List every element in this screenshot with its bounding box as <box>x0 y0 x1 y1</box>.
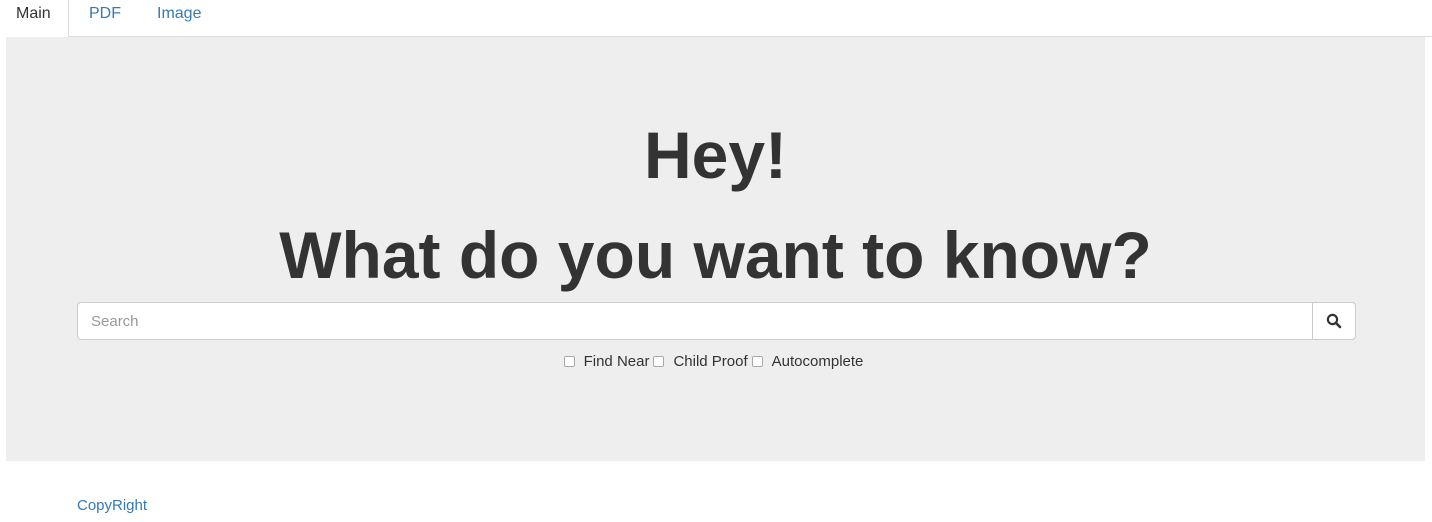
copyright-link[interactable]: CopyRight <box>77 497 147 514</box>
option-child-proof[interactable]: Child Proof <box>653 353 748 370</box>
child-proof-label: Child Proof <box>673 353 748 370</box>
search-input[interactable] <box>77 302 1312 340</box>
child-proof-checkbox[interactable] <box>653 356 665 367</box>
search-options: Find Near Child Proof Autocomplete <box>6 353 1425 370</box>
tab-main[interactable]: Main <box>0 0 69 38</box>
tab-image[interactable]: Image <box>157 0 201 37</box>
autocomplete-label: Autocomplete <box>771 353 864 370</box>
nav-tabs: Main PDF Image <box>0 0 1432 38</box>
search-button[interactable] <box>1312 302 1356 340</box>
find-near-label: Find Near <box>583 353 650 370</box>
autocomplete-checkbox[interactable] <box>751 356 763 367</box>
hero-panel: Hey! What do you want to know? Find Near… <box>6 37 1425 461</box>
option-find-near[interactable]: Find Near <box>563 353 650 370</box>
tab-pdf[interactable]: PDF <box>89 0 121 37</box>
hero-greeting: Hey! <box>643 118 788 192</box>
search-bar <box>77 302 1356 340</box>
hero-question: What do you want to know? <box>279 218 1152 292</box>
option-autocomplete[interactable]: Autocomplete <box>751 353 864 370</box>
find-near-checkbox[interactable] <box>563 356 575 367</box>
search-icon <box>1326 313 1342 329</box>
